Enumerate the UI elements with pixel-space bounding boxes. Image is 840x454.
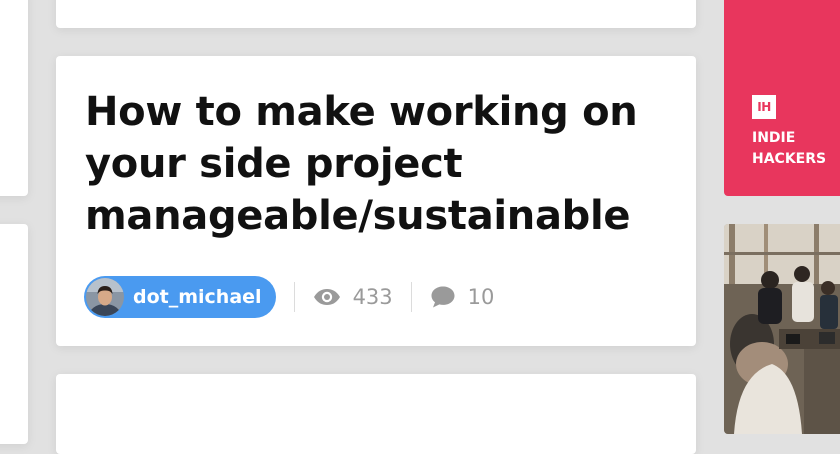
- sidebar-photo-card[interactable]: [724, 224, 840, 434]
- meta-divider: [410, 282, 412, 312]
- indie-hackers-label-line1: INDIE: [752, 130, 796, 146]
- post-meta: dot_michael 433 10: [84, 276, 494, 318]
- comment-count[interactable]: 10: [430, 285, 495, 309]
- left-column-card-top[interactable]: [0, 0, 28, 196]
- post-card-above[interactable]: [56, 0, 696, 28]
- view-count: 433: [313, 285, 393, 309]
- indie-hackers-label-line2: HACKERS: [752, 151, 827, 167]
- indie-hackers-logo: IH: [752, 95, 776, 119]
- indie-hackers-label: INDIE HACKERS: [752, 128, 826, 170]
- view-count-value: 433: [352, 285, 393, 309]
- post-card-below[interactable]: [56, 374, 696, 454]
- comment-count-value: 10: [467, 285, 495, 309]
- comment-bubble-icon: [430, 285, 456, 309]
- post-card[interactable]: How to make working on your side project…: [56, 56, 696, 346]
- author-name: dot_michael: [133, 286, 262, 308]
- eye-icon: [313, 288, 341, 306]
- meta-divider: [293, 282, 295, 312]
- author-button[interactable]: dot_michael: [84, 276, 276, 318]
- author-avatar[interactable]: [86, 278, 124, 316]
- post-title[interactable]: How to make working on your side project…: [85, 86, 665, 242]
- coworking-photo: [724, 224, 840, 434]
- left-column-card-bottom[interactable]: [0, 224, 28, 444]
- indie-hackers-card[interactable]: IH INDIE HACKERS: [724, 0, 840, 196]
